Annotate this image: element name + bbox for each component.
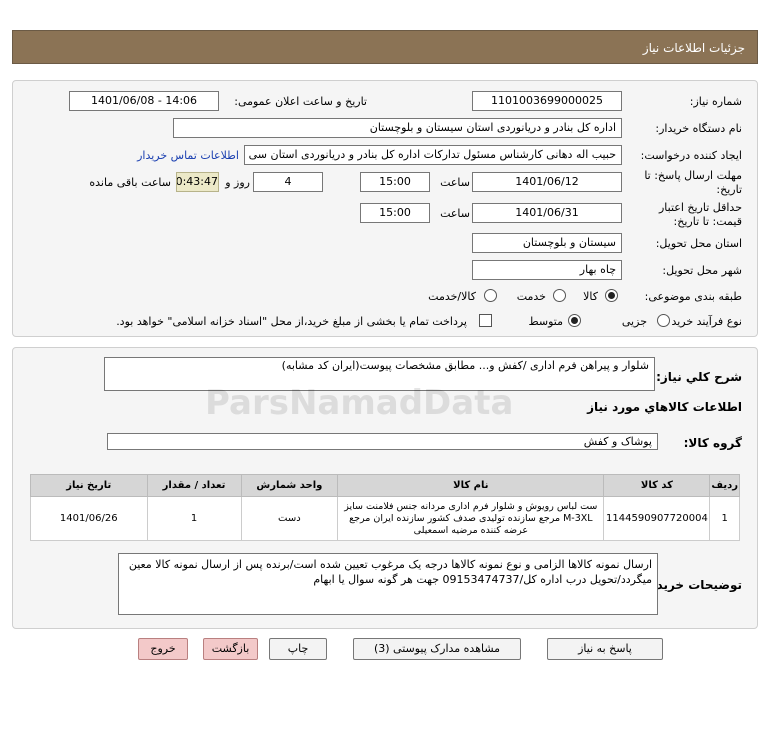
category-option-goods-service: کالا/خدمت [428, 290, 476, 303]
col-row-header: ردیف [709, 474, 740, 497]
need-number-label: شماره نیاز: [689, 95, 742, 108]
process-radio-medium[interactable] [568, 314, 581, 327]
col-qty-header: تعداد / مقدار [146, 474, 242, 497]
creator-label: ایجاد کننده درخواست: [640, 149, 742, 162]
reply-time-field: 15:00 [360, 172, 430, 192]
cell-code: 1144590907720004 [603, 496, 711, 541]
cell-date: 1401/06/26 [30, 496, 148, 541]
days-label: روز و [225, 176, 250, 189]
goods-section-title: اطلاعات کالاهاي مورد نياز [587, 400, 742, 414]
remaining-time-field: 00:43:47 [176, 172, 219, 192]
cell-unit: دست [240, 496, 339, 541]
category-option-service: خدمت [516, 290, 546, 303]
back-button[interactable]: بازگشت [203, 638, 258, 660]
validity-time-label: ساعت [440, 207, 470, 220]
province-field: سیستان و بلوچستان [472, 233, 622, 253]
contact-info-link[interactable]: اطلاعات تماس خریدار [137, 149, 239, 162]
reply-deadline-label: مهلت ارسال پاسخ: تا [644, 169, 742, 182]
process-radio-minor[interactable] [657, 314, 670, 327]
category-radio-goods[interactable] [605, 289, 618, 302]
reply-deadline-label-2: تاریخ: [716, 183, 742, 196]
cell-qty: 1 [146, 496, 242, 541]
reply-time-label: ساعت [440, 176, 470, 189]
cell-name: ست لباس رویوش و شلوار فرم اداری مردانه ج… [337, 496, 605, 541]
col-code-header: کد کالا [603, 474, 711, 497]
treasury-payment-note: پرداخت تمام یا بخشی از مبلغ خرید،از محل … [116, 315, 467, 328]
table-row: 1401/06/26 1 دست ست لباس رویوش و شلوار ف… [30, 496, 740, 541]
col-name-header: نام کالا [337, 474, 605, 497]
buyer-org-label: نام دستگاه خریدار: [655, 122, 742, 135]
reply-date-field: 1401/06/12 [472, 172, 622, 192]
city-label: شهر محل تحویل: [662, 264, 742, 277]
process-option-medium: متوسط [528, 315, 563, 328]
page-header: جزئیات اطلاعات نیاز [12, 30, 758, 64]
goods-group-field: پوشاک و کفش [107, 433, 658, 450]
announce-field: 1401/06/08 - 14:06 [69, 91, 219, 111]
summary-label: شرح کلي نياز: [656, 370, 742, 384]
category-option-goods: کالا [583, 290, 598, 303]
creator-field: حبیب اله دهانی کارشناس مسئول تدارکات ادا… [244, 145, 622, 165]
cell-row: 1 [709, 496, 740, 541]
treasury-payment-checkbox[interactable] [479, 314, 492, 327]
process-option-minor: جزیی [621, 315, 647, 328]
validity-time-field: 15:00 [360, 203, 430, 223]
remaining-label: ساعت باقی مانده [89, 176, 171, 189]
province-label: استان محل تحویل: [655, 237, 742, 250]
exit-button[interactable]: خروج [138, 638, 188, 660]
page-title: جزئیات اطلاعات نیاز [642, 41, 745, 55]
validity-label: حداقل تاریخ اعتبار [658, 201, 742, 214]
buyer-notes-field: ارسال نمونه کالاها الزامی و نوع نمونه کا… [118, 553, 658, 615]
col-date-header: تاریخ نیاز [30, 474, 148, 497]
category-radio-goods-service[interactable] [484, 289, 497, 302]
goods-table: تاریخ نیاز تعداد / مقدار واحد شمارش نام … [30, 474, 740, 541]
validity-date-field: 1401/06/31 [472, 203, 622, 223]
attachments-button[interactable]: مشاهده مدارک پیوستی (3) [353, 638, 521, 660]
city-field: چاه بهار [472, 260, 622, 280]
buyer-org-field: اداره کل بنادر و دریانوردی استان سیستان … [173, 118, 622, 138]
summary-field: شلوار و پیراهن فرم اداری /کفش و... مطابق… [104, 357, 655, 391]
need-number-field: 1101003699000025 [472, 91, 622, 111]
col-unit-header: واحد شمارش [240, 474, 339, 497]
days-field: 4 [253, 172, 323, 192]
print-button[interactable]: چاپ [269, 638, 327, 660]
goods-group-label: گروه کالا: [683, 436, 742, 450]
category-label: طبقه بندی موضوعی: [644, 290, 742, 303]
validity-label-2: قیمت: تا تاریخ: [673, 215, 742, 228]
reply-button[interactable]: پاسخ به نیاز [547, 638, 663, 660]
category-radio-service[interactable] [553, 289, 566, 302]
announce-label: تاریخ و ساعت اعلان عمومی: [234, 95, 367, 108]
process-label: نوع فرآیند خرید : [664, 315, 742, 328]
